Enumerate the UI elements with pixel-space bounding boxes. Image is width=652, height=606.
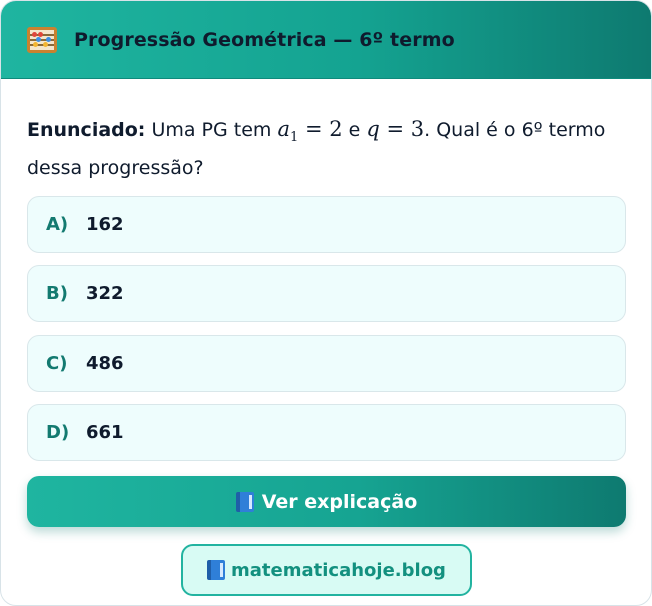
option-value: 661: [86, 422, 124, 443]
quiz-card: Progressão Geométrica — 6º termo Enuncia…: [0, 0, 652, 606]
option-a[interactable]: A) 162: [27, 196, 626, 253]
quiz-header: Progressão Geométrica — 6º termo: [1, 1, 651, 79]
quiz-title: Progressão Geométrica — 6º termo: [74, 28, 455, 51]
option-c[interactable]: C) 486: [27, 335, 626, 392]
option-value: 322: [86, 283, 124, 304]
math-a1: a1 = 2: [277, 117, 343, 146]
question-text-part: Uma PG tem: [145, 119, 278, 141]
question-statement: Enunciado: Uma PG tem a1 = 2 e q = 3. Qu…: [27, 114, 627, 183]
option-letter: A): [46, 214, 69, 235]
explanation-button[interactable]: Ver explicação: [27, 476, 626, 527]
abacus-icon: [27, 26, 57, 53]
book-icon: [207, 560, 226, 580]
option-d[interactable]: D) 661: [27, 404, 626, 461]
math-q: q = 3: [366, 117, 425, 141]
option-value: 486: [86, 353, 124, 374]
blog-link[interactable]: matematicahoje.blog: [181, 544, 472, 596]
option-letter: B): [46, 283, 68, 304]
question-lead: Enunciado:: [27, 119, 146, 141]
option-letter: C): [46, 353, 68, 374]
question-text-part: e: [342, 119, 367, 141]
blog-link-label: matematicahoje.blog: [231, 559, 446, 581]
option-value: 162: [86, 214, 124, 235]
explanation-button-label: Ver explicação: [261, 490, 418, 513]
book-icon: [235, 491, 254, 512]
option-b[interactable]: B) 322: [27, 265, 626, 322]
option-letter: D): [46, 422, 70, 443]
